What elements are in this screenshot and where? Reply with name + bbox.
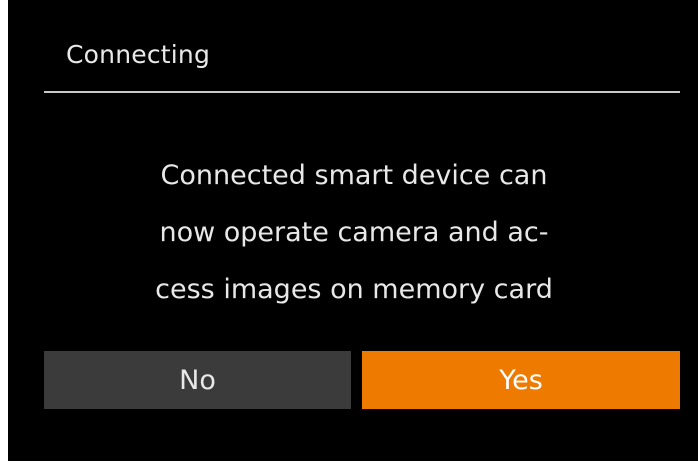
yes-button[interactable]: Yes	[362, 351, 680, 409]
message-line-2: now operate camera and ac-	[159, 217, 549, 248]
no-button[interactable]: No	[44, 351, 351, 409]
no-button-label: No	[179, 364, 216, 396]
title-divider	[44, 91, 680, 93]
dialog-title: Connecting	[66, 40, 211, 69]
message-line-1: Connected smart device can	[160, 160, 548, 191]
dialog-message: Connected smart device can now operate c…	[8, 147, 698, 318]
camera-dialog-screen: Connecting Connected smart device can no…	[8, 0, 698, 461]
yes-button-label: Yes	[499, 364, 543, 396]
message-line-3: cess images on memory card	[155, 274, 553, 305]
